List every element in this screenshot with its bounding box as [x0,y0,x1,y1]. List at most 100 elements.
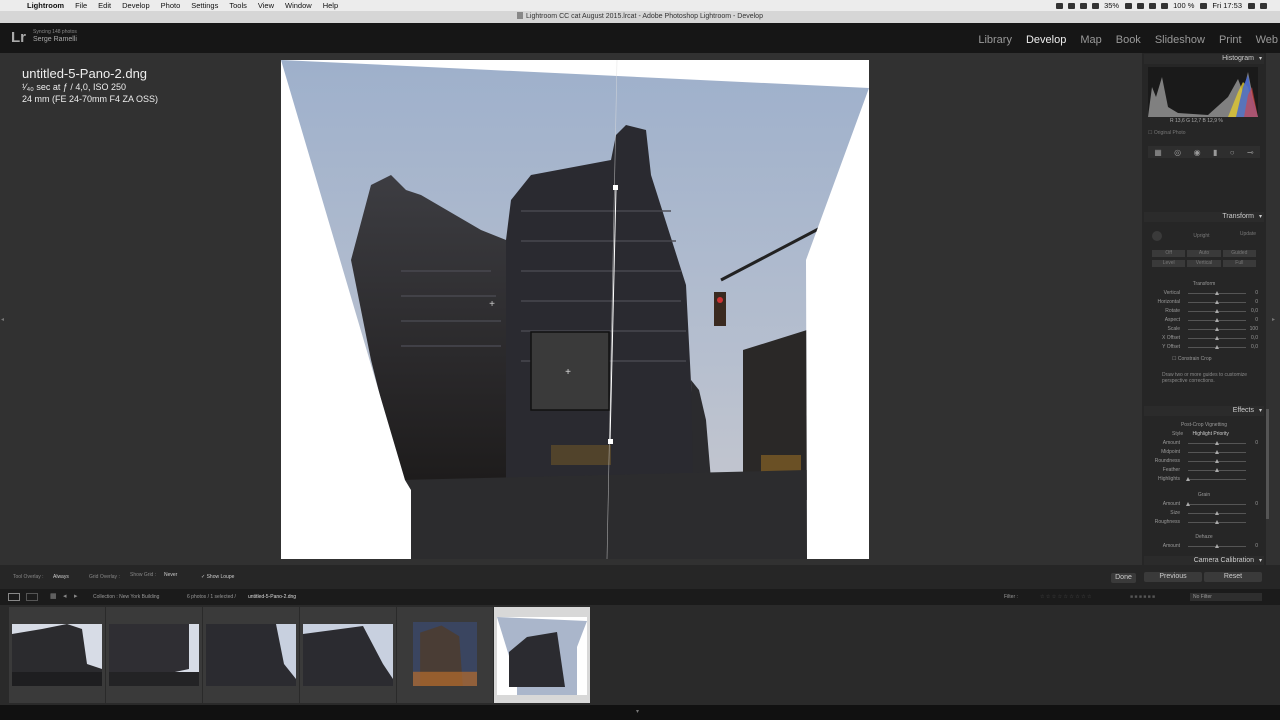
forward-arrow-icon[interactable]: ▸ [74,589,78,605]
upright-guided-button[interactable]: Guided [1222,250,1256,257]
film-thumb-2[interactable] [106,607,202,703]
slider-value[interactable]: 0 [1255,542,1258,551]
dropbox-icon[interactable] [1056,2,1064,9]
crop-overlay-icon[interactable]: ▦ [1154,148,1162,157]
slider-value[interactable]: 100 [1250,325,1258,334]
transform-scale-slider[interactable]: Scale 100 [1148,325,1260,334]
upright-full-button[interactable]: Full [1222,260,1256,267]
slider-thumb[interactable] [1215,468,1219,472]
bottom-toggle-icon[interactable]: ▾ [636,708,639,715]
show-grid-select[interactable]: Never [164,572,177,578]
upright-off-button[interactable]: Off [1152,250,1186,257]
slider-thumb[interactable] [1215,291,1219,295]
vignette-roundness-slider[interactable]: Roundness [1148,457,1260,466]
original-photo-checkbox[interactable]: ☐ Original Photo [1148,130,1186,136]
slider-thumb[interactable] [1186,477,1190,481]
show-loupe-checkbox[interactable]: ✓ Show Loupe [201,574,234,580]
tool-overlay-select[interactable]: Always [53,574,69,580]
slider-value[interactable]: 0 [1255,439,1258,448]
done-button[interactable]: Done [1111,573,1136,583]
menu-help[interactable]: Help [323,0,338,11]
module-develop[interactable]: Develop [1026,34,1066,46]
update-button[interactable]: Update [1240,231,1256,237]
module-map[interactable]: Map [1080,34,1101,46]
transform-aspect-slider[interactable]: Aspect 0 [1148,316,1260,325]
transform-y-offset-slider[interactable]: Y Offset 0,0 [1148,343,1260,352]
film-thumb-1[interactable] [9,607,105,703]
previous-button[interactable]: Previous [1144,572,1202,582]
slider-thumb[interactable] [1186,502,1190,506]
slider-thumb[interactable] [1215,336,1219,340]
histogram-header[interactable]: Histogram [1144,54,1264,64]
graduated-filter-icon[interactable]: ▮ [1213,148,1217,157]
sync-icon[interactable] [1080,2,1088,9]
transform-rotate-slider[interactable]: Rotate 0,0 [1148,307,1260,316]
transform-x-offset-slider[interactable]: X Offset 0,0 [1148,334,1260,343]
spot-removal-icon[interactable]: ◎ [1174,148,1181,157]
upright-level-button[interactable]: Level [1152,260,1186,267]
vignette-style[interactable]: Style Highlight Priority [1152,431,1256,437]
slider-thumb[interactable] [1215,318,1219,322]
adjustment-brush-icon[interactable]: ⊸ [1247,148,1254,157]
slider-thumb[interactable] [1215,520,1219,524]
vignette-highlights-slider[interactable]: Highlights [1148,475,1260,484]
grid-view-icon[interactable]: ▦ [50,589,57,605]
constrain-crop-checkbox[interactable]: ☐ Constrain Crop [1172,356,1212,362]
slider-value[interactable]: 0 [1255,289,1258,298]
effects-header[interactable]: Effects [1144,406,1264,416]
module-web[interactable]: Web [1256,34,1278,46]
slider-thumb[interactable] [1215,511,1219,515]
menu-edit[interactable]: Edit [98,0,111,11]
bottom-panel-toggle-bar[interactable]: ▾ [0,705,1280,720]
cloud-icon[interactable] [1068,2,1076,9]
slider-thumb[interactable] [1215,300,1219,304]
back-arrow-icon[interactable]: ◂ [63,589,67,605]
selected-filename[interactable]: untitled-5-Pano-2.dng [248,589,296,605]
vignette-midpoint-slider[interactable]: Midpoint [1148,448,1260,457]
left-panel-toggle-icon[interactable]: ◂ [1,316,4,323]
upright-vertical-button[interactable]: Vertical [1187,260,1221,267]
right-panel-scrollbar[interactable]: ▸ [1266,53,1280,565]
film-thumb-6-selected[interactable] [494,607,590,703]
film-thumb-3[interactable] [203,607,299,703]
film-thumb-5[interactable] [397,607,493,703]
slider-thumb[interactable] [1215,459,1219,463]
menu-settings[interactable]: Settings [191,0,218,11]
sync-status[interactable]: Syncing 148 photos [33,29,77,35]
star-filter[interactable]: ☆ ☆ ☆ ☆ ☆ ☆ ☆ ☆ ☆ [1040,589,1091,605]
upright-auto-button[interactable]: Auto [1187,250,1221,257]
slider-thumb[interactable] [1215,309,1219,313]
grain-roughness-slider[interactable]: Roughness [1148,518,1260,527]
bluetooth-icon[interactable] [1137,2,1145,9]
grain-amount-slider[interactable]: Amount 0 [1148,500,1260,509]
module-book[interactable]: Book [1116,34,1141,46]
slider-thumb[interactable] [1215,544,1219,548]
red-eye-icon[interactable]: ◉ [1194,148,1201,157]
battery-icon[interactable] [1092,2,1100,9]
histogram-graph[interactable]: R 13,6 G 12,7 B 12,9 % [1148,67,1258,124]
slider-value[interactable]: 0 [1255,316,1258,325]
module-print[interactable]: Print [1219,34,1242,46]
collection-path[interactable]: Collection : New York Building [93,589,159,605]
list-icon[interactable] [1260,2,1267,9]
menu-app[interactable]: Lightroom [27,0,64,11]
photo-canvas[interactable]: + + [281,60,869,559]
menu-file[interactable]: File [75,0,87,11]
slider-track[interactable] [1188,504,1246,505]
vignette-feather-slider[interactable]: Feather [1148,466,1260,475]
transform-horizontal-slider[interactable]: Horizontal 0 [1148,298,1260,307]
slider-value[interactable]: 0 [1255,298,1258,307]
slider-value[interactable]: 0,0 [1251,307,1258,316]
tool-icon[interactable] [1125,2,1133,9]
slider-track[interactable] [1188,479,1246,480]
slider-thumb[interactable] [1215,450,1219,454]
vignette-amount-slider[interactable]: Amount 0 [1148,439,1260,448]
wifi-icon[interactable] [1149,2,1157,9]
filter-select[interactable]: No Filter [1190,593,1262,601]
transform-vertical-slider[interactable]: Vertical 0 [1148,289,1260,298]
menu-view[interactable]: View [258,0,274,11]
search-icon[interactable] [1248,2,1255,9]
module-library[interactable]: Library [978,34,1012,46]
menu-develop[interactable]: Develop [122,0,150,11]
right-panel-toggle-icon[interactable]: ▸ [1272,316,1275,323]
